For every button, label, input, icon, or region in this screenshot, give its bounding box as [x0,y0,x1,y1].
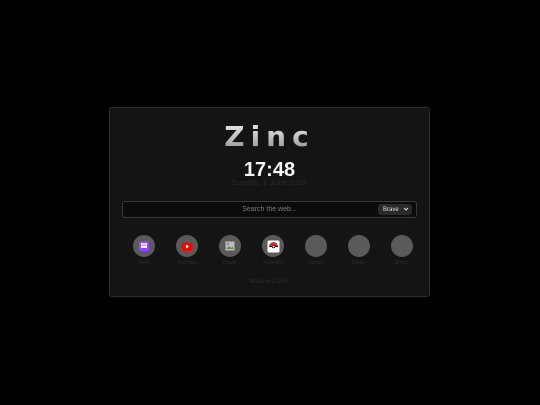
shortcut-empty-1[interactable]: Empty [301,235,331,269]
shortcut-empty-2[interactable]: Empty [344,235,374,269]
shortcut-empty-3[interactable]: Empty [387,235,417,269]
shortcut-icon-circle [176,235,198,257]
shortcut-icon-circle [219,235,241,257]
shortcut-label: YouTube [177,260,197,266]
start-page-card: Zinc 17:48 Sunday, 1 June 2025 Brave Twi… [109,107,430,297]
date-label: Sunday, 1 June 2025 [231,180,308,187]
shortcut-twitch[interactable]: Twitch [129,235,159,269]
footer-text: Made with Zinc [249,279,290,285]
app-logo: Zinc [110,120,429,153]
shortcut-label: PokeAPI [263,260,283,266]
shortcut-pokeapi[interactable]: PokeAPI [258,235,288,269]
shortcut-icon-circle [262,235,284,257]
shortcut-youtube[interactable]: YouTube [172,235,202,269]
chevron-down-icon [403,207,409,211]
blank-icon [348,235,370,257]
shortcut-label: Empty [308,260,324,266]
shortcut-label: Twitch [136,260,152,266]
youtube-icon [181,242,193,250]
twitch-icon [139,241,149,251]
blank-icon [305,235,327,257]
clock: 17:48 [243,159,296,181]
search-bar: Brave [122,201,417,218]
search-engine-select[interactable]: Brave [378,204,412,215]
search-engine-label: Brave [383,206,399,213]
shortcut-label: Empty [394,260,410,266]
pokeball-icon [267,240,279,252]
broken-image-icon [225,241,235,251]
shortcut-label: Empty [351,260,367,266]
shortcut-icon-circle [133,235,155,257]
shortcuts-grid: Twitch YouTube Image PokeAPI Empty Empty… [129,235,413,275]
blank-icon [391,235,413,257]
shortcut-label: Image [223,260,237,266]
shortcut-image[interactable]: Image [215,235,245,269]
search-input[interactable] [123,202,416,217]
